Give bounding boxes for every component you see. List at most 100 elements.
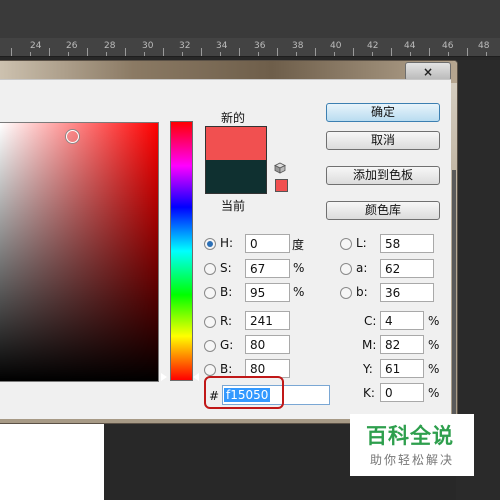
cyan-field[interactable]: 4 [380,311,424,330]
brightness-field[interactable]: 95 [245,283,290,302]
saturation-label: S: [220,261,232,275]
ruler-label: 24 [30,41,42,51]
highlight-annotation [204,376,284,409]
ruler-label: 46 [442,41,454,51]
new-color-label: 新的 [221,111,246,125]
ruler-tick [258,52,259,56]
magenta-field[interactable]: 82 [380,335,424,354]
dialog-edge [452,170,456,420]
watermark-subtitle: 助你轻松解决 [370,453,455,467]
ruler-label: 40 [330,41,342,51]
ruler-label: 32 [179,41,191,51]
current-color-label: 当前 [221,199,246,213]
web-safe-swatch[interactable] [275,179,288,192]
watermark: 百科全说 助你轻松解决 [350,414,474,476]
ruler-label: 42 [367,41,379,51]
ruler-tick [448,52,449,56]
ruler-label: 28 [104,41,116,51]
ruler-tick [277,48,278,56]
yellow-unit: % [428,362,440,376]
lab-a-radio[interactable] [340,263,352,275]
red-field[interactable]: 241 [245,311,290,330]
ruler-label: 34 [216,41,228,51]
saturation-radio[interactable] [204,263,216,275]
lab-b-radio[interactable] [340,287,352,299]
black-label: K: [363,386,375,400]
ok-button[interactable]: 确定 [326,103,440,122]
ruler-label: 30 [142,41,154,51]
cancel-button[interactable]: 取消 [326,131,440,150]
ruler-tick [144,52,145,56]
hue-slider-right-arrow-icon[interactable] [193,373,199,381]
lab-a-label: a: [356,261,368,275]
green-label: G: [220,338,234,352]
yellow-field[interactable]: 61 [380,359,424,378]
cyan-label: C: [364,314,377,328]
brightness-unit: % [293,285,305,299]
ruler-tick [201,48,202,56]
brightness-radio[interactable] [204,287,216,299]
ruler-label: 36 [254,41,266,51]
app-top-bar [0,0,500,38]
ruler-tick [372,52,373,56]
lab-b-field[interactable]: 36 [380,283,434,302]
current-color-swatch[interactable] [205,160,267,194]
ruler-label: 26 [66,41,78,51]
ruler-tick [467,48,468,56]
brightness-label: B: [220,285,233,299]
lightness-radio[interactable] [340,238,352,250]
lightness-label: L: [356,236,367,250]
horizontal-ruler: 24 26 28 30 32 34 36 38 40 42 44 46 48 [0,38,500,57]
green-radio[interactable] [204,340,216,352]
ruler-tick [429,48,430,56]
magenta-label: M: [362,338,377,352]
document-canvas [0,418,104,500]
ruler-tick [30,52,31,56]
ruler-label: 44 [404,41,416,51]
magenta-unit: % [428,338,440,352]
saturation-field[interactable]: 67 [245,259,290,278]
ruler-label: 48 [478,41,490,51]
hue-slider[interactable] [170,121,193,381]
lab-b-label: b: [356,285,368,299]
ruler-tick [106,52,107,56]
ruler-tick [125,48,126,56]
cyan-unit: % [428,314,440,328]
ruler-tick [49,48,50,56]
lightness-field[interactable]: 58 [380,234,434,253]
ruler-tick [11,48,12,56]
green-field[interactable]: 80 [245,335,290,354]
ruler-tick [220,52,221,56]
color-libraries-button[interactable]: 颜色库 [326,201,440,220]
close-icon: × [422,64,434,79]
ruler-tick [239,48,240,56]
ruler-tick [68,52,69,56]
watermark-title: 百科全说 [366,424,454,448]
ruler-label: 38 [292,41,304,51]
ruler-tick [391,48,392,56]
blue-radio[interactable] [204,364,216,376]
hue-field[interactable]: 0 [245,234,290,253]
hue-radio[interactable] [204,238,216,250]
lab-a-field[interactable]: 62 [380,259,434,278]
hue-slider-left-arrow-icon[interactable] [161,373,167,381]
ruler-tick [410,52,411,56]
red-label: R: [220,314,233,328]
ruler-tick [486,52,487,56]
new-color-swatch [205,126,267,161]
saturation-unit: % [293,261,305,275]
ruler-tick [334,52,335,56]
ruler-tick [163,48,164,56]
ruler-tick [296,52,297,56]
saturation-brightness-field[interactable] [0,122,159,382]
yellow-label: Y: [363,362,373,376]
add-to-swatches-button[interactable]: 添加到色板 [326,166,440,185]
color-picker-handle[interactable] [66,130,79,143]
hue-unit: 度 [292,238,305,252]
ruler-tick [353,48,354,56]
red-radio[interactable] [204,316,216,328]
out-of-gamut-cube-icon[interactable] [274,162,286,174]
hue-label: H: [220,236,234,250]
ruler-tick [182,52,183,56]
black-field[interactable]: 0 [380,383,424,402]
